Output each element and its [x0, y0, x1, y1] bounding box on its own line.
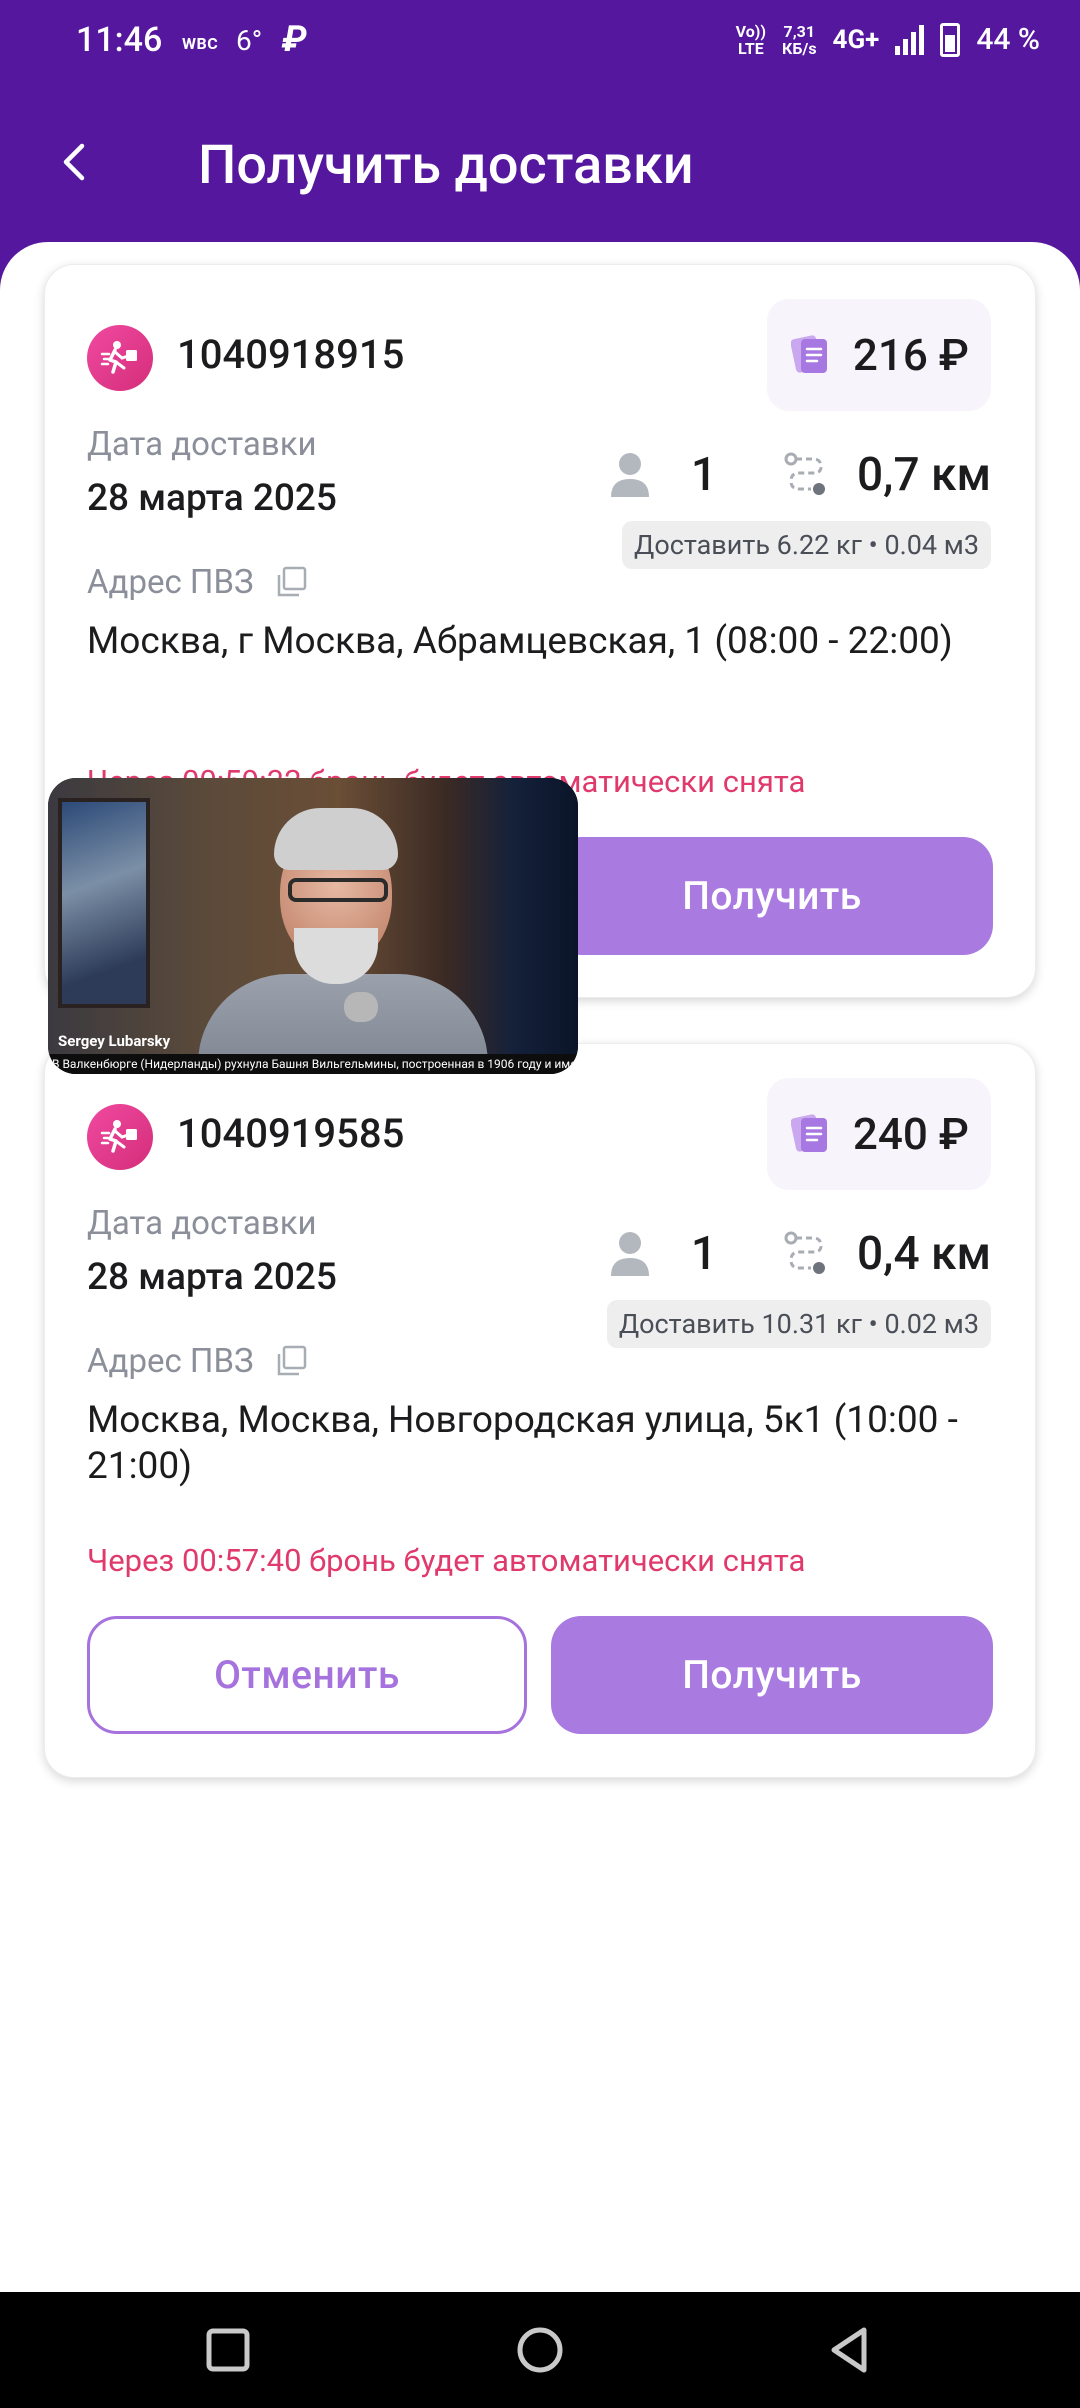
recent-apps-button[interactable] [192, 2314, 264, 2386]
network-type: 4G+ [832, 24, 880, 55]
network-speed: 7,31 КБ/s [782, 21, 817, 58]
delivery-date-value: 28 марта 2025 [87, 1256, 337, 1299]
battery-icon [940, 22, 961, 57]
reservation-timer: Через 00:57:40 бронь будет автоматически… [87, 1542, 806, 1579]
status-wbc: WBC [182, 34, 219, 53]
route-icon [784, 1231, 826, 1274]
distance: 0,4 км [857, 1227, 991, 1281]
receive-button[interactable]: Получить [551, 1616, 993, 1734]
persons-count: 1 [690, 1227, 718, 1281]
status-bar: 11:46 WBC 6° ₽ Vo)) LTE 7,31 КБ/s 4G+ 44 % [0, 0, 1080, 88]
pickup-address-label: Адрес ПВЗ [87, 563, 254, 602]
weight-volume-badge: Доставить 10.31 кг • 0.02 м3 [606, 1300, 991, 1348]
courier-icon [87, 1104, 153, 1170]
status-time: 11:46 [76, 20, 163, 60]
pickup-address: Москва, г Москва, Абрамцевская, 1 (08:00… [87, 620, 953, 663]
order-number: 1040918915 [177, 331, 405, 378]
document-icon [790, 335, 827, 373]
status-temperature: 6° [236, 24, 263, 57]
video-person-glasses [288, 878, 388, 902]
persons-count: 1 [690, 448, 718, 502]
weight-volume-badge: Доставить 6.22 кг • 0.04 м3 [622, 521, 991, 569]
order-stats: 1 0,7 км [609, 443, 991, 507]
receive-button[interactable]: Получить [551, 837, 993, 955]
back-button[interactable] [52, 132, 100, 192]
home-button[interactable] [504, 2314, 576, 2386]
copy-icon[interactable] [275, 565, 309, 599]
page-title: Получить доставки [198, 134, 694, 197]
route-icon [784, 452, 826, 495]
back-nav-button[interactable] [814, 2314, 886, 2386]
signal-icon [895, 24, 925, 55]
order-price: 216 ₽ [852, 329, 969, 381]
video-speaker-name: Sergey Lubarsky [58, 1032, 171, 1050]
video-wall-poster [58, 798, 150, 1008]
order-stats: 1 0,4 км [609, 1222, 991, 1286]
pickup-address-label: Адрес ПВЗ [87, 1342, 254, 1381]
battery-level: 44 % [976, 22, 1040, 57]
distance: 0,7 км [857, 448, 991, 502]
price-badge: 240 ₽ [766, 1078, 991, 1190]
delivery-date-label: Дата доставки [87, 1204, 317, 1243]
delivery-date-label: Дата доставки [87, 425, 317, 464]
microphone-icon [344, 992, 378, 1022]
document-icon [790, 1114, 827, 1152]
order-price: 240 ₽ [852, 1108, 969, 1160]
price-badge: 216 ₽ [766, 299, 991, 411]
chevron-left-icon [63, 143, 85, 181]
system-navigation-bar [0, 2292, 1080, 2408]
video-news-ticker: В Валкенбюрге (Нидерланды) рухнула Башня… [48, 1054, 578, 1074]
video-person-hair [274, 808, 398, 870]
delivery-date-value: 28 марта 2025 [87, 477, 337, 520]
pickup-address: Москва, Москва, Новгородская улица, 5к1 … [87, 1399, 958, 1488]
order-card[interactable]: 1040919585 240 ₽ Дата доставки 28 марта … [44, 1043, 1036, 1778]
person-icon [610, 1232, 649, 1276]
order-number: 1040919585 [177, 1110, 405, 1157]
copy-icon[interactable] [275, 1344, 309, 1378]
status-app-icon: ₽ [282, 18, 307, 60]
cancel-button[interactable]: Отменить [87, 1616, 527, 1734]
volte-icon: Vo)) LTE [735, 21, 767, 58]
courier-icon [87, 325, 153, 391]
video-overlay[interactable]: Sergey Lubarsky В Валкенбюрге (Нидерланд… [48, 778, 578, 1074]
person-icon [610, 453, 649, 497]
